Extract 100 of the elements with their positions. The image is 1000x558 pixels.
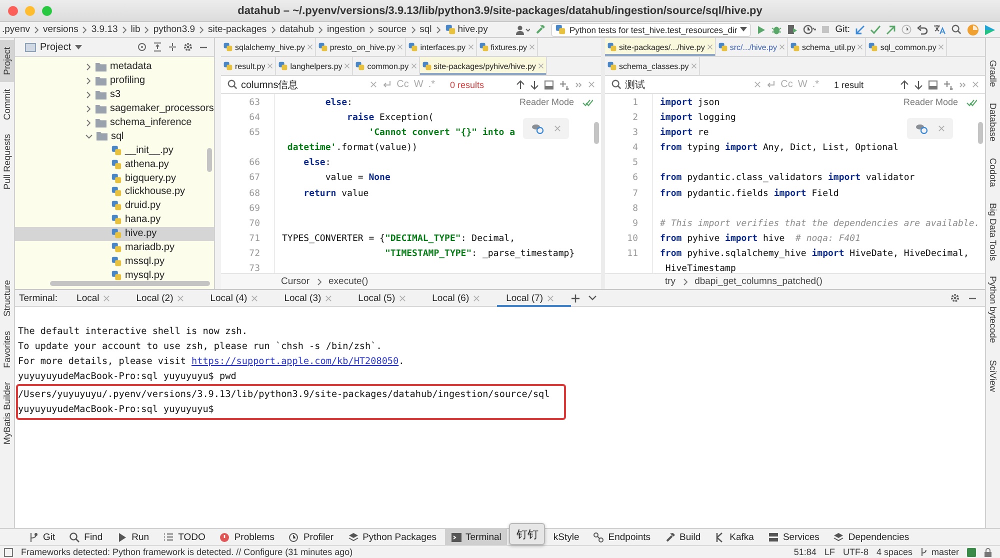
tree-item[interactable]: metadata — [15, 60, 214, 74]
history-icon[interactable] — [901, 24, 912, 35]
profiler-icon[interactable] — [803, 24, 816, 35]
breadcrumb-item[interactable]: .pyenv — [2, 24, 30, 35]
clear-icon[interactable] — [370, 81, 377, 88]
close-tab-icon[interactable] — [267, 63, 274, 69]
editor-tab[interactable]: src/.../hive.py — [716, 38, 788, 56]
close-tab-icon[interactable] — [399, 294, 406, 302]
breadcrumb-item[interactable]: ingestion — [327, 24, 366, 35]
search-icon[interactable] — [611, 79, 622, 90]
close-tab-icon[interactable] — [857, 44, 864, 50]
tool-window-tab[interactable]: Project — [0, 40, 14, 82]
status-message[interactable]: Frameworks detected: Python framework is detected. // Configure (31 minutes ago) — [21, 547, 353, 557]
tool-window-tab[interactable]: Codota — [986, 150, 1000, 195]
tool-window-button[interactable]: Run — [110, 529, 156, 545]
tool-window-button[interactable]: Find — [63, 529, 109, 545]
tree-item[interactable]: schema_inference — [15, 116, 214, 130]
dropdown-icon[interactable] — [588, 295, 598, 301]
breadcrumb-item[interactable]: Cursor — [281, 276, 310, 287]
breadcrumb-item[interactable]: hive.py — [444, 24, 488, 35]
more-icon[interactable] — [575, 80, 583, 88]
search-icon[interactable] — [227, 79, 238, 90]
close-tab-icon[interactable] — [690, 63, 697, 69]
tool-window-tab[interactable]: Commit — [0, 82, 14, 128]
search-field[interactable]: 测试 — [611, 78, 749, 92]
tool-window-tab[interactable]: Database — [986, 95, 1000, 150]
panel-toggle-icon[interactable] — [4, 548, 13, 556]
tree-item[interactable]: mysql.py — [15, 268, 214, 282]
select-all-icon[interactable] — [544, 80, 554, 90]
tool-window-tab[interactable]: SciView — [986, 352, 1000, 400]
avatar-icon[interactable] — [967, 24, 979, 36]
translate-icon[interactable] — [933, 24, 946, 35]
settings-icon[interactable] — [950, 293, 960, 303]
breadcrumb-item[interactable]: try — [665, 276, 676, 287]
project-view-dropdown[interactable]: Project — [25, 42, 82, 52]
settings-icon[interactable] — [183, 42, 193, 52]
arrow-up-icon[interactable] — [516, 80, 525, 90]
close-tab-icon[interactable] — [706, 44, 713, 50]
close-tab-icon[interactable] — [306, 44, 313, 50]
add-occurrence-icon[interactable] — [943, 80, 954, 90]
arrow-up-icon[interactable] — [900, 80, 909, 90]
window-minimize-button[interactable] — [25, 6, 35, 16]
stop-icon[interactable] — [821, 25, 830, 34]
window-zoom-button[interactable] — [42, 6, 52, 16]
tree-item[interactable]: mssql.py — [15, 254, 214, 268]
tree-item[interactable]: athena.py — [15, 157, 214, 172]
tree-item[interactable]: sagemaker_processors — [15, 102, 214, 116]
arrow-down-icon[interactable] — [530, 80, 539, 90]
tool-window-button[interactable]: kStyle — [547, 529, 586, 545]
tool-window-button[interactable]: Terminal — [444, 529, 508, 545]
coverage-icon[interactable] — [787, 24, 798, 35]
reader-mode-toggle[interactable]: Reader Mode — [519, 97, 574, 107]
link[interactable]: https://support.apple.com/kb/HT208050 — [192, 356, 399, 367]
tool-window-tab[interactable]: Gradle — [986, 52, 1000, 96]
add-occurrence-icon[interactable] — [559, 80, 570, 90]
arrow-down-icon[interactable] — [914, 80, 923, 90]
close-tab-icon[interactable] — [468, 44, 474, 50]
tool-window-tab[interactable]: Big Data Tools — [986, 194, 1000, 268]
tree-item[interactable]: hive.py — [15, 226, 214, 241]
status-item[interactable]: LF — [824, 547, 835, 557]
editor-tab[interactable]: result.py — [221, 57, 276, 75]
locate-icon[interactable] — [137, 42, 147, 52]
tool-window-tab[interactable]: Pull Requests — [0, 127, 14, 197]
tool-window-button[interactable]: Kafka — [708, 529, 760, 545]
git-commit-icon[interactable] — [870, 24, 881, 34]
breadcrumb-item[interactable]: python3.9 — [153, 24, 196, 35]
editor-tab[interactable]: interfaces.py — [406, 38, 477, 56]
editor-tab[interactable]: sqlalchemy_hive.py — [221, 38, 316, 56]
close-search-icon[interactable] — [972, 81, 979, 88]
terminal-tab[interactable]: Local (7) — [497, 290, 572, 306]
tool-window-button[interactable]: Dependencies — [827, 529, 916, 545]
git-push-icon[interactable] — [886, 24, 896, 34]
close-icon[interactable] — [554, 125, 561, 132]
plugin-status-icon[interactable] — [967, 548, 976, 556]
tool-window-tab[interactable]: Structure — [0, 273, 14, 324]
close-tab-icon[interactable] — [529, 44, 536, 50]
bug-icon[interactable] — [771, 24, 782, 35]
tool-window-button[interactable]: Python Packages — [342, 529, 442, 545]
lock-icon[interactable] — [984, 548, 992, 556]
clear-icon[interactable] — [754, 81, 761, 88]
tool-window-button[interactable]: Build — [658, 529, 707, 545]
status-item[interactable]: master — [920, 547, 959, 557]
tree-item[interactable]: s3 — [15, 88, 214, 102]
terminal-tab[interactable]: Local (4) — [201, 290, 276, 306]
close-icon[interactable] — [938, 125, 945, 132]
tree-item[interactable]: druid.py — [15, 198, 214, 213]
terminal-tab[interactable]: Local (3) — [275, 290, 350, 306]
close-tab-icon[interactable] — [325, 294, 332, 302]
tool-window-button[interactable]: Endpoints — [587, 529, 657, 545]
close-tab-icon[interactable] — [177, 294, 184, 302]
close-tab-icon[interactable] — [778, 44, 785, 50]
run-configuration-dropdown[interactable]: Python tests for test_hive.test_resources_dir — [551, 22, 752, 36]
tool-window-button[interactable]: Problems — [213, 529, 280, 545]
terminal-tab[interactable]: Local (5) — [349, 290, 424, 306]
editor-tab[interactable]: presto_on_hive.py — [316, 38, 406, 56]
close-tab-icon[interactable] — [344, 63, 350, 69]
search-icon[interactable] — [951, 24, 962, 35]
tool-window-button[interactable]: Services — [762, 529, 826, 545]
plugin-logo-icon[interactable] — [984, 24, 996, 36]
breadcrumb-item[interactable]: lib — [130, 24, 140, 35]
